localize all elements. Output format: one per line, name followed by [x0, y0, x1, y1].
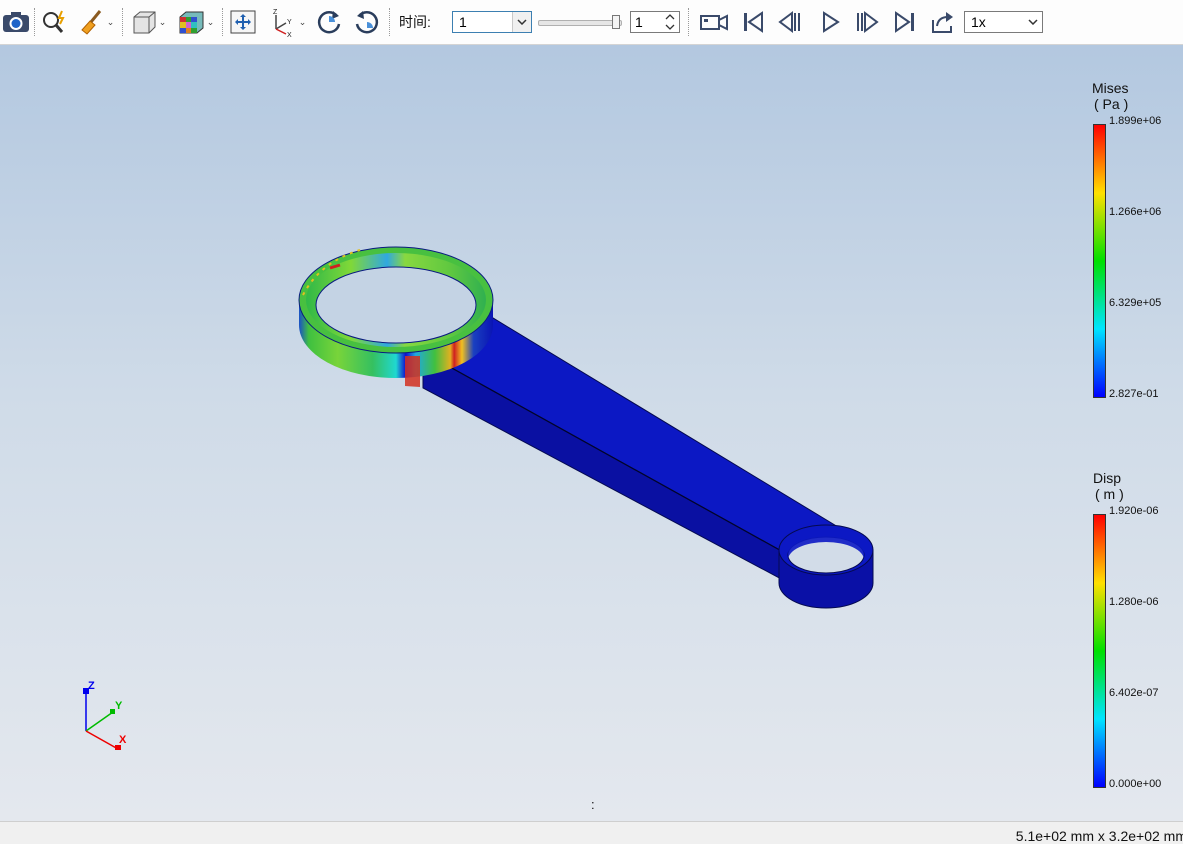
view-cube-icon [130, 8, 158, 36]
time-label: 时间: [399, 14, 431, 30]
3d-viewport[interactable]: Z Y X Mises ( Pa ) 1.899e+06 1.266e+06 6… [0, 45, 1183, 821]
stress-legend-name: Mises [1092, 80, 1129, 96]
chevron-down-icon [665, 24, 675, 30]
small-end-ring [778, 524, 874, 609]
axis-orient-button[interactable]: Z Y X ⌄ [264, 4, 308, 40]
chevron-down-icon: ⌄ [106, 16, 115, 27]
axis-triad: Z Y X [83, 680, 127, 750]
time-slider-track[interactable] [538, 20, 622, 26]
chevron-down-icon: ⌄ [158, 16, 167, 27]
screenshot-button[interactable] [0, 4, 32, 40]
color-grid-button[interactable]: ⌄ [172, 4, 218, 40]
stress-legend-value: 6.329e+05 [1109, 297, 1162, 309]
next-frame-button[interactable] [851, 4, 883, 40]
rotate-cw-button[interactable] [312, 4, 346, 40]
disp-legend-value: 1.280e-06 [1109, 596, 1159, 608]
toolbar-separator [688, 8, 689, 36]
connecting-rod-shaft [421, 317, 845, 582]
stress-legend-value: 1.266e+06 [1109, 206, 1162, 218]
toolbar: ⌄ ⌄ ⌄ Z Y X ⌄ 时间: 1 1 1x [0, 0, 1183, 45]
step-value: 1 [635, 14, 643, 30]
stress-legend-max: 1.899e+06 [1109, 115, 1162, 127]
axis-orient-icon: Z Y X [266, 7, 298, 37]
export-icon [930, 10, 956, 34]
prev-frame-button[interactable] [774, 4, 806, 40]
toolbar-separator [222, 8, 223, 36]
clear-brush-icon [78, 8, 106, 36]
chevron-up-icon [665, 14, 675, 20]
time-select[interactable]: 1 [452, 11, 532, 33]
status-bar: 5.1e+02 mm x 3.2e+02 mm [0, 821, 1183, 844]
disp-legend-title: Disp ( m ) [1093, 470, 1124, 502]
step-spinbox[interactable]: 1 [630, 11, 680, 33]
last-frame-button[interactable] [889, 4, 921, 40]
rotate-ccw-icon [353, 8, 381, 36]
spin-arrows[interactable] [665, 13, 677, 31]
camera-icon [2, 10, 30, 34]
disp-legend-max: 1.920e-06 [1109, 505, 1159, 517]
fit-view-icon [229, 8, 257, 36]
svg-text:Y: Y [287, 19, 292, 26]
toolbar-separator [389, 8, 390, 36]
chevron-down-icon: ⌄ [298, 16, 307, 27]
play-icon [819, 11, 841, 33]
stress-legend-unit: ( Pa ) [1094, 96, 1129, 112]
rotate-cw-icon [315, 8, 343, 36]
clear-brush-button[interactable]: ⌄ [74, 4, 118, 40]
toolbar-separator [122, 8, 123, 36]
record-button[interactable] [697, 4, 731, 40]
play-button[interactable] [814, 4, 846, 40]
disp-legend-name: Disp [1093, 470, 1122, 486]
disp-legend-min: 0.000e+00 [1109, 778, 1162, 790]
zoom-select-icon [40, 9, 70, 35]
svg-text:X: X [287, 32, 292, 37]
toolbar-separator [34, 8, 35, 36]
stress-color-bar [1093, 124, 1106, 398]
view-center-marker: : [591, 797, 595, 812]
stress-legend-min: 2.827e-01 [1109, 388, 1159, 400]
stress-legend-title: Mises ( Pa ) [1092, 80, 1129, 112]
last-frame-icon [893, 11, 917, 33]
first-frame-button[interactable] [737, 4, 769, 40]
x-axis-label: X [119, 734, 127, 746]
view-cube-button[interactable]: ⌄ [126, 4, 170, 40]
fit-view-button[interactable] [226, 4, 260, 40]
svg-text:Z: Z [273, 9, 278, 16]
y-axis-label: Y [115, 700, 123, 712]
next-frame-icon [854, 11, 880, 33]
chevron-down-icon [1024, 12, 1042, 32]
disp-legend-unit: ( m ) [1095, 486, 1124, 502]
z-axis-label: Z [88, 680, 95, 692]
time-value: 1 [459, 14, 467, 30]
color-grid-icon [176, 8, 206, 36]
record-icon [699, 11, 729, 33]
export-button[interactable] [927, 4, 959, 40]
model-dimensions: 5.1e+02 mm x 3.2e+02 mm [1015, 828, 1183, 844]
chevron-down-icon: ⌄ [206, 16, 215, 27]
speed-select[interactable]: 1x [964, 11, 1043, 33]
disp-legend-value: 6.402e-07 [1109, 687, 1159, 699]
disp-color-bar [1093, 514, 1106, 788]
zoom-select-button[interactable] [38, 4, 72, 40]
model-render[interactable]: Z Y X [0, 45, 1183, 821]
chevron-down-icon [512, 12, 531, 32]
rotate-ccw-button[interactable] [350, 4, 384, 40]
time-slider-thumb[interactable] [612, 15, 620, 29]
first-frame-icon [741, 11, 765, 33]
prev-frame-icon [777, 11, 803, 33]
speed-value: 1x [971, 14, 986, 30]
